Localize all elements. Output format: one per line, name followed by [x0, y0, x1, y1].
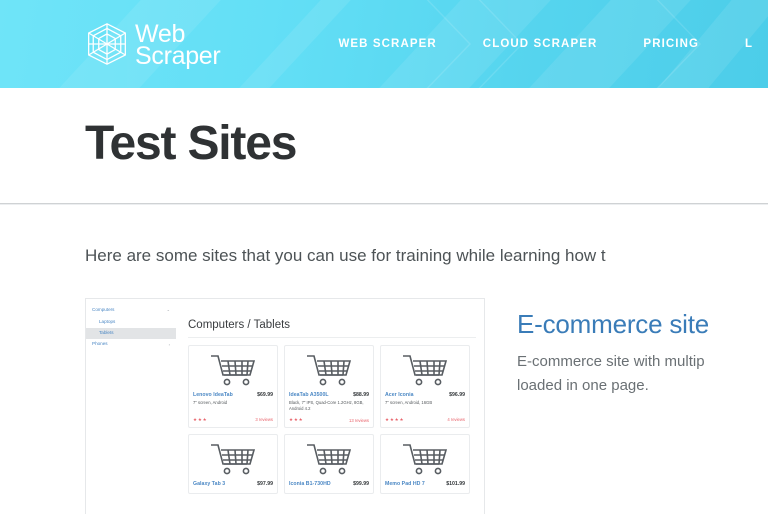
hexagon-web-icon [88, 23, 126, 65]
product-review-count: 13 reviews [348, 417, 369, 423]
shopping-cart-icon [211, 354, 256, 386]
product-card: Lenovo IdeaTab $69.99 7" screen, Android… [188, 344, 278, 429]
site-info-title[interactable]: E-commerce site [517, 309, 709, 339]
page-title: Test Sites [85, 117, 297, 170]
test-site-row: Computers ⌄ Laptops Tablets Phones › Com… [0, 266, 768, 514]
product-card: IdeaTab A3500L $88.99 Black, 7" IPS, Qua… [284, 344, 374, 429]
product-name: Galaxy Tab 3 [193, 481, 226, 488]
product-description: Black, 7" IPS, Quad-Core 1.2GHz, 8GB, An… [289, 399, 364, 412]
shopping-cart-icon [307, 354, 352, 386]
shopping-cart-icon [403, 354, 448, 386]
product-rating-stars: ★★★ [193, 416, 208, 422]
site-header: Web Scraper WEB SCRAPER CLOUD SCRAPER PR… [0, 0, 768, 88]
preview-main: Computers / Tablets Lenovo IdeaTab $69.9… [176, 299, 484, 514]
product-card: Iconia B1-730HD $99.99 [284, 434, 374, 495]
nav-cloud-scraper[interactable]: CLOUD SCRAPER [483, 38, 598, 50]
product-price: $88.99 [353, 391, 369, 398]
logo-wordmark: Web Scraper [135, 21, 221, 70]
product-description: 7" screen, Android, 16GB [385, 399, 433, 405]
site-info: E-commerce site E-commerce site with mul… [485, 298, 709, 514]
product-price: $69.99 [257, 391, 273, 398]
product-name: Acer Iconia [385, 391, 414, 398]
product-card: Acer Iconia $96.99 7" screen, Android, 1… [380, 344, 470, 429]
intro-paragraph: Here are some sites that you can use for… [85, 245, 606, 265]
shopping-cart-icon [307, 444, 352, 475]
site-info-description-line-2: loaded in one page. [517, 377, 649, 395]
preview-sidebar-label: Computers [92, 307, 115, 313]
preview-product-grid: Lenovo IdeaTab $69.99 7" screen, Android… [188, 344, 476, 495]
product-rating-stars: ★★★★ [385, 416, 405, 422]
preview-sidebar-item-computers: Computers ⌄ [86, 305, 176, 316]
product-price: $97.99 [257, 481, 273, 488]
product-price: $101.99 [446, 481, 465, 488]
preview-sidebar-label: Laptops [99, 318, 116, 324]
product-review-count: 3 reviews [255, 417, 273, 423]
site-logo[interactable]: Web Scraper [85, 21, 221, 70]
shopping-cart-icon [211, 444, 256, 475]
product-price: $99.99 [353, 481, 369, 488]
product-name: Memo Pad HD 7 [385, 481, 425, 488]
product-name: Iconia B1-730HD [289, 481, 331, 488]
nav-learn-truncated[interactable]: L [745, 38, 753, 50]
preview-sidebar-item-laptops: Laptops [86, 316, 176, 327]
nav-pricing[interactable]: PRICING [643, 38, 699, 50]
main-navigation: WEB SCRAPER CLOUD SCRAPER PRICING L [338, 38, 753, 50]
preview-category-heading: Computers / Tablets [188, 319, 476, 338]
product-name: Lenovo IdeaTab [193, 391, 233, 398]
preview-sidebar-item-tablets: Tablets [86, 327, 176, 339]
site-info-title-link[interactable]: E-commerce site [517, 309, 709, 339]
preview-sidebar: Computers ⌄ Laptops Tablets Phones › [86, 299, 176, 514]
page-content: Test Sites Here are some sites that you … [0, 88, 768, 514]
chevron-right-icon: › [168, 341, 170, 347]
logo-line-2: Scraper [135, 42, 221, 70]
site-info-description-line-1: E-commerce site with multip [517, 353, 705, 371]
chevron-down-icon: ⌄ [166, 307, 170, 313]
product-name: IdeaTab A3500L [289, 391, 329, 398]
site-preview-thumbnail[interactable]: Computers ⌄ Laptops Tablets Phones › Com… [85, 297, 485, 514]
product-price: $96.99 [449, 391, 465, 398]
product-review-count: 4 reviews [447, 417, 465, 423]
shopping-cart-icon [403, 444, 448, 475]
preview-sidebar-label: Phones [92, 341, 108, 347]
nav-web-scraper[interactable]: WEB SCRAPER [338, 38, 436, 50]
product-card: Memo Pad HD 7 $101.99 [380, 434, 470, 495]
preview-sidebar-item-phones: Phones › [86, 339, 176, 350]
site-info-description: E-commerce site with multip loaded in on… [517, 350, 709, 398]
preview-sidebar-label: Tablets [99, 329, 114, 335]
product-card: Galaxy Tab 3 $97.99 [188, 434, 278, 495]
product-rating-stars: ★★★ [289, 417, 304, 423]
product-description: 7" screen, Android [193, 399, 228, 405]
